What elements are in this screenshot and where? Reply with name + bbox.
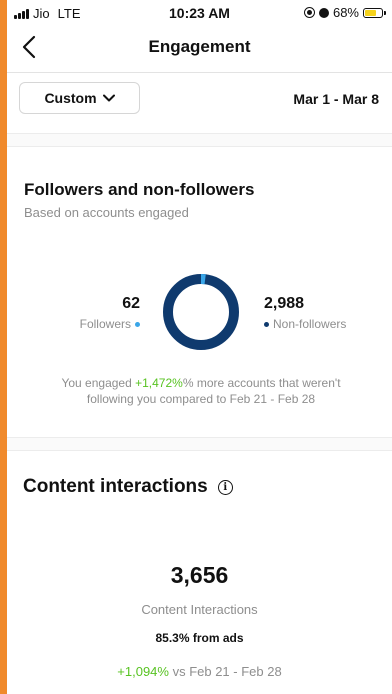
engagement-change: +1,472% <box>135 376 183 390</box>
non-followers-segment <box>163 274 239 350</box>
orientation-lock-icon <box>303 7 315 18</box>
followers-legend-dot <box>135 321 140 327</box>
ads-share: 85.3% from ads <box>155 631 244 645</box>
followers-donut-chart <box>163 274 239 350</box>
section-divider <box>7 133 392 147</box>
content-interactions-count: 3,656 <box>170 562 229 588</box>
content-interactions-change: +1,094% vs Feb 21 - Feb 28 <box>117 664 282 679</box>
content-interactions-label: Content Interactions <box>141 602 258 617</box>
followers-section-title: Followers and non-followers <box>24 180 255 199</box>
non-followers-label: Non-followers <box>273 317 347 331</box>
followers-count: 62 <box>122 295 140 312</box>
chevron-down-icon <box>102 94 115 102</box>
section-divider <box>7 437 392 451</box>
header: Engagement <box>7 26 392 70</box>
battery-level <box>365 9 376 16</box>
info-icon[interactable]: i <box>217 479 233 495</box>
screen: Jio LTE 10:23 AM 68% Engagement Custom M… <box>7 0 392 694</box>
content-interactions-title: Content interactions i <box>23 476 233 498</box>
followers-section-subtitle: Based on accounts engaged <box>24 205 189 220</box>
battery-percent: 68% <box>332 5 359 20</box>
followers-label: Followers <box>79 317 131 331</box>
header-divider <box>7 72 392 73</box>
alarm-icon <box>318 7 329 18</box>
non-followers-stat: 2,988 Non-followers <box>264 295 346 331</box>
engagement-comparison-note: You engaged +1,472%% more accounts that … <box>61 376 341 406</box>
followers-stat: 62 Followers <box>47 295 140 331</box>
non-followers-count: 2,988 <box>264 295 305 312</box>
date-range: Mar 1 - Mar 8 <box>293 91 379 107</box>
status-right: 68% <box>303 5 386 20</box>
battery-icon <box>363 7 386 18</box>
page-title: Engagement <box>148 37 251 56</box>
status-bar: Jio LTE 10:23 AM 68% <box>7 0 392 26</box>
date-filter-dropdown[interactable]: Custom <box>19 82 140 114</box>
non-followers-legend-dot <box>264 321 269 327</box>
date-filter-label: Custom <box>44 90 97 106</box>
